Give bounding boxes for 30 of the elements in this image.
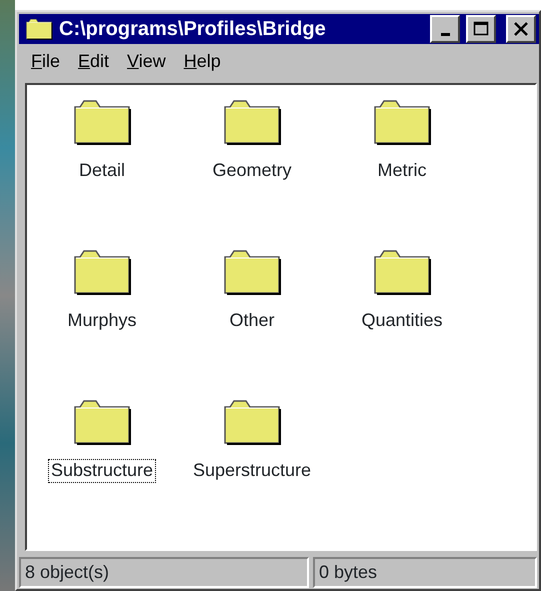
minimize-button[interactable] [430,15,460,43]
folder-name[interactable]: Geometry [209,159,295,183]
menu-item[interactable]: Edit [74,48,114,75]
maximize-icon [473,21,489,37]
maximize-button[interactable] [466,15,496,43]
folder-name[interactable]: Metric [374,159,430,183]
menu-item[interactable]: Help [180,48,225,75]
folder-icon[interactable] [372,249,432,295]
folder-icon[interactable] [222,249,282,295]
folder-icon[interactable] [72,99,132,145]
folder-name[interactable]: Detail [76,159,128,183]
menu-item[interactable]: File [27,48,64,75]
menu-item[interactable]: View [123,48,170,75]
folder-name[interactable]: Substructure [48,459,156,483]
minimize-icon [440,32,450,36]
folder-name[interactable]: Quantities [358,309,446,333]
close-button[interactable] [506,15,536,43]
folder-name[interactable]: Other [226,309,278,333]
folder-name[interactable]: Superstructure [190,459,314,483]
window-title: C:\programs\Profiles\Bridge [59,17,327,42]
folder-icon[interactable] [72,249,132,295]
folder-icon[interactable] [222,399,282,445]
folder-name[interactable]: Murphys [64,309,140,333]
folder-icon[interactable] [72,399,132,445]
close-icon [513,22,529,36]
status-text: 0 bytes [313,557,537,588]
folder-icon[interactable] [222,99,282,145]
folder-icon[interactable] [372,99,432,145]
status-text: 8 object(s) [19,557,309,588]
folder-icon [25,18,53,40]
